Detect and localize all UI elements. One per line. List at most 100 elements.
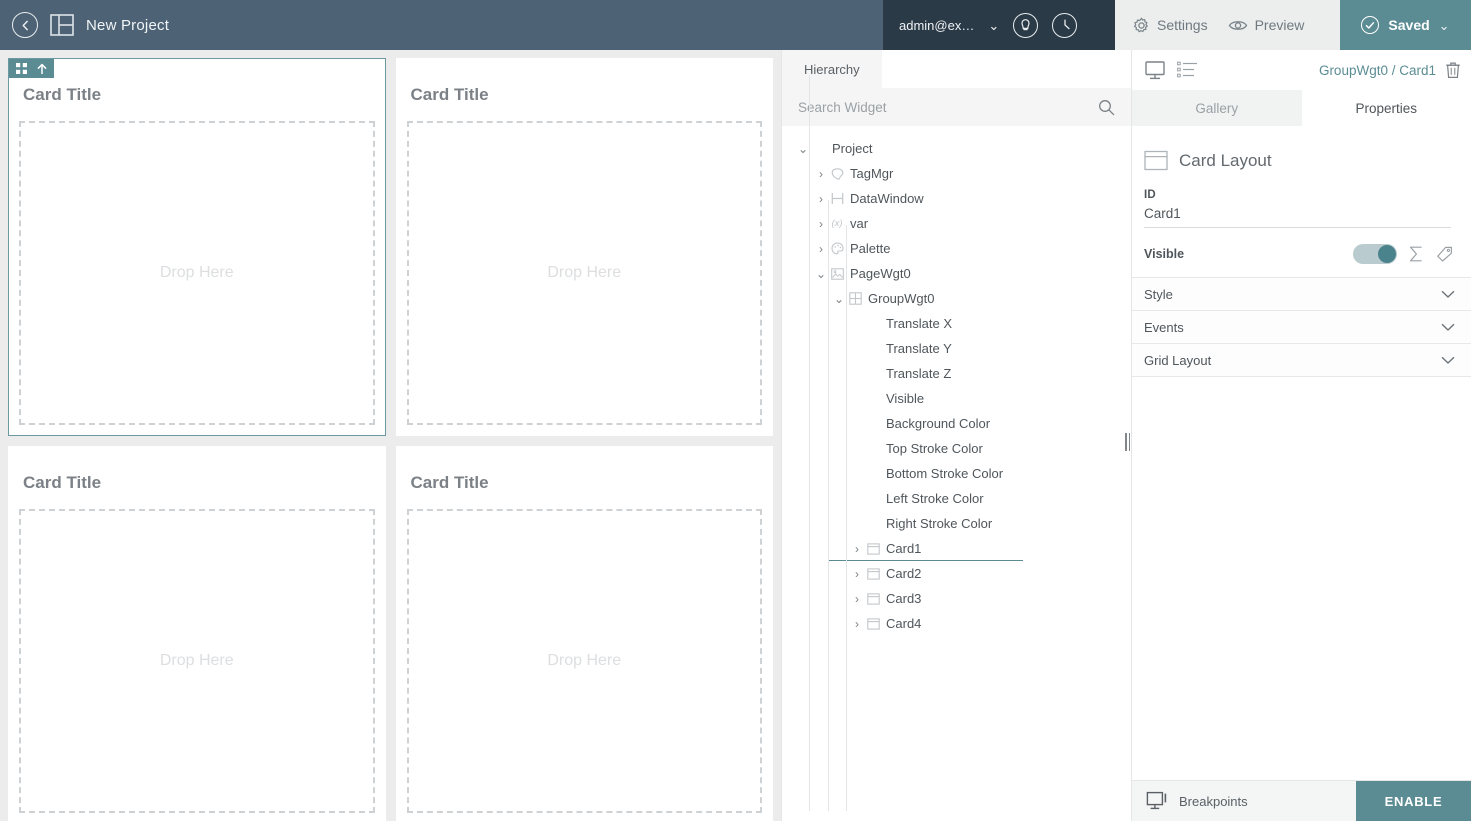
tree-node-right-stroke-color[interactable]: Right Stroke Color bbox=[782, 511, 1131, 536]
help-circle-icon[interactable] bbox=[1013, 12, 1039, 38]
chevron-right-icon[interactable]: › bbox=[814, 192, 828, 206]
section-style[interactable]: Style bbox=[1132, 277, 1471, 311]
card-icon bbox=[864, 617, 882, 630]
tree-node-tagmgr[interactable]: › TagMgr bbox=[782, 161, 1131, 186]
hierarchy-panel: Hierarchy ⌄Project›TagMgr›DataWindow›(x)… bbox=[781, 50, 1131, 821]
chevron-down-icon bbox=[1441, 290, 1455, 299]
card-dropzone[interactable]: Drop Here bbox=[406, 509, 762, 813]
tree-node-groupwgt0[interactable]: ⌄ GroupWgt0 bbox=[782, 286, 1131, 311]
visible-toggle[interactable] bbox=[1353, 244, 1397, 264]
eye-icon bbox=[1228, 18, 1248, 33]
tree-guide-line bbox=[809, 75, 810, 811]
tree-node-palette[interactable]: › Palette bbox=[782, 236, 1131, 261]
tree-node-left-stroke-color[interactable]: Left Stroke Color bbox=[782, 486, 1131, 511]
card-widget-4[interactable]: Card Title Drop Here bbox=[395, 446, 773, 821]
enable-button[interactable]: ENABLE bbox=[1356, 781, 1471, 821]
property-list-icon[interactable] bbox=[1177, 61, 1198, 79]
tree-node-background-color[interactable]: Background Color bbox=[782, 411, 1131, 436]
card-dropzone[interactable]: Drop Here bbox=[19, 121, 375, 425]
saved-chevron-down-icon[interactable]: ⌄ bbox=[1439, 19, 1450, 32]
chevron-down-icon bbox=[1441, 323, 1455, 332]
tag-icon[interactable] bbox=[1436, 246, 1453, 262]
window-icon bbox=[828, 192, 846, 205]
tab-hierarchy[interactable]: Hierarchy bbox=[782, 50, 882, 88]
search-widget-bar bbox=[782, 88, 1131, 126]
tree-node-pagewgt0[interactable]: ⌄ PageWgt0 bbox=[782, 261, 1131, 286]
widget-tree[interactable]: ⌄ Project › TagMgr › DataWindow › (x) var › Palett… bbox=[782, 75, 1131, 821]
card-dropzone[interactable]: Drop Here bbox=[406, 121, 762, 425]
tree-guide-line bbox=[828, 200, 829, 811]
tree-node-visible[interactable]: Visible bbox=[782, 386, 1131, 411]
tree-node-var[interactable]: › (x) var bbox=[782, 211, 1131, 236]
properties-panel: GroupWgt0 / Card1 Gallery Properties Car… bbox=[1131, 50, 1471, 821]
app-root: New Project admin@ex… ⌄ Settings Preview… bbox=[0, 0, 1471, 821]
tree-node-label: Card3 bbox=[886, 591, 922, 606]
breadcrumb[interactable]: GroupWgt0 / Card1 bbox=[1319, 63, 1436, 78]
widget-type-header: Card Layout bbox=[1132, 126, 1471, 171]
card-title: Card Title bbox=[410, 85, 489, 104]
preview-button[interactable]: Preview bbox=[1220, 11, 1313, 39]
sigma-icon[interactable] bbox=[1409, 246, 1424, 262]
card-widget-2[interactable]: Card Title Drop Here bbox=[395, 58, 773, 436]
tab-properties[interactable]: Properties bbox=[1301, 90, 1471, 126]
visible-label: Visible bbox=[1144, 247, 1185, 261]
tree-guide-line bbox=[846, 225, 847, 811]
card-dropzone[interactable]: Drop Here bbox=[19, 509, 375, 813]
chevron-right-icon[interactable]: › bbox=[850, 592, 864, 606]
panel-resize-handle[interactable] bbox=[1123, 431, 1132, 453]
tree-node-label: Card2 bbox=[886, 566, 922, 581]
card-selection-toolbar[interactable] bbox=[9, 59, 54, 78]
saved-status-button[interactable]: Saved ⌄ bbox=[1340, 0, 1471, 50]
user-chevron-down-icon[interactable]: ⌄ bbox=[988, 19, 999, 32]
section-grid-layout[interactable]: Grid Layout bbox=[1132, 343, 1471, 377]
properties-header: GroupWgt0 / Card1 bbox=[1132, 50, 1471, 90]
chevron-right-icon[interactable]: › bbox=[850, 617, 864, 631]
move-resize-icon[interactable] bbox=[16, 63, 27, 74]
chevron-right-icon[interactable]: › bbox=[850, 542, 864, 556]
card-widget-3[interactable]: Card Title Drop Here bbox=[8, 446, 386, 821]
section-events[interactable]: Events bbox=[1132, 310, 1471, 344]
search-input[interactable] bbox=[798, 99, 1098, 115]
gear-icon bbox=[1133, 17, 1150, 34]
card-icon bbox=[864, 592, 882, 605]
chevron-right-icon[interactable]: › bbox=[814, 167, 828, 181]
var-icon: (x) bbox=[831, 218, 843, 229]
tree-node-card3[interactable]: › Card3 bbox=[782, 586, 1131, 611]
tree-node-translate-x[interactable]: Translate X bbox=[782, 311, 1131, 336]
drop-here-label: Drop Here bbox=[547, 652, 622, 669]
tree-node-label: Card1 bbox=[886, 541, 922, 556]
tree-node-card4[interactable]: › Card4 bbox=[782, 611, 1131, 636]
chevron-down-icon[interactable]: ⌄ bbox=[832, 292, 846, 306]
tree-node-label: Project bbox=[832, 141, 873, 156]
drop-here-label: Drop Here bbox=[547, 264, 622, 281]
header-left-section: New Project bbox=[0, 0, 883, 50]
tree-node-card1[interactable]: › Card1 bbox=[782, 536, 1131, 561]
tree-node-project[interactable]: ⌄ Project bbox=[782, 136, 1131, 161]
chevron-right-icon[interactable]: › bbox=[814, 242, 828, 256]
chevron-down-icon[interactable]: ⌄ bbox=[796, 142, 810, 156]
chevron-right-icon[interactable]: › bbox=[814, 217, 828, 231]
chevron-down-icon[interactable]: ⌄ bbox=[814, 267, 828, 281]
clock-icon[interactable] bbox=[1052, 12, 1078, 38]
card-widget-1[interactable]: Card Title Drop Here bbox=[8, 58, 386, 436]
settings-button[interactable]: Settings bbox=[1125, 11, 1216, 40]
trash-icon[interactable] bbox=[1445, 61, 1461, 79]
tree-node-datawindow[interactable]: › DataWindow bbox=[782, 186, 1131, 211]
breakpoints-button[interactable]: Breakpoints bbox=[1132, 781, 1356, 821]
tree-node-card2[interactable]: › Card2 bbox=[782, 561, 1131, 586]
search-icon[interactable] bbox=[1098, 99, 1115, 116]
tree-node-top-stroke-color[interactable]: Top Stroke Color bbox=[782, 436, 1131, 461]
design-canvas[interactable]: Card Title Drop Here Card Title Drop Her… bbox=[0, 50, 781, 821]
arrow-up-icon[interactable] bbox=[37, 63, 47, 75]
app-header: New Project admin@ex… ⌄ Settings Preview… bbox=[0, 0, 1471, 50]
back-circle-icon[interactable] bbox=[12, 12, 38, 38]
monitor-icon[interactable] bbox=[1144, 60, 1168, 81]
panel-layout-icon[interactable] bbox=[50, 14, 74, 36]
tab-gallery[interactable]: Gallery bbox=[1132, 90, 1302, 126]
preview-label: Preview bbox=[1254, 17, 1305, 33]
tree-node-translate-y[interactable]: Translate Y bbox=[782, 336, 1131, 361]
id-input[interactable]: Card1 bbox=[1144, 201, 1451, 228]
tree-node-translate-z[interactable]: Translate Z bbox=[782, 361, 1131, 386]
chevron-right-icon[interactable]: › bbox=[850, 567, 864, 581]
tree-node-bottom-stroke-color[interactable]: Bottom Stroke Color bbox=[782, 461, 1131, 486]
